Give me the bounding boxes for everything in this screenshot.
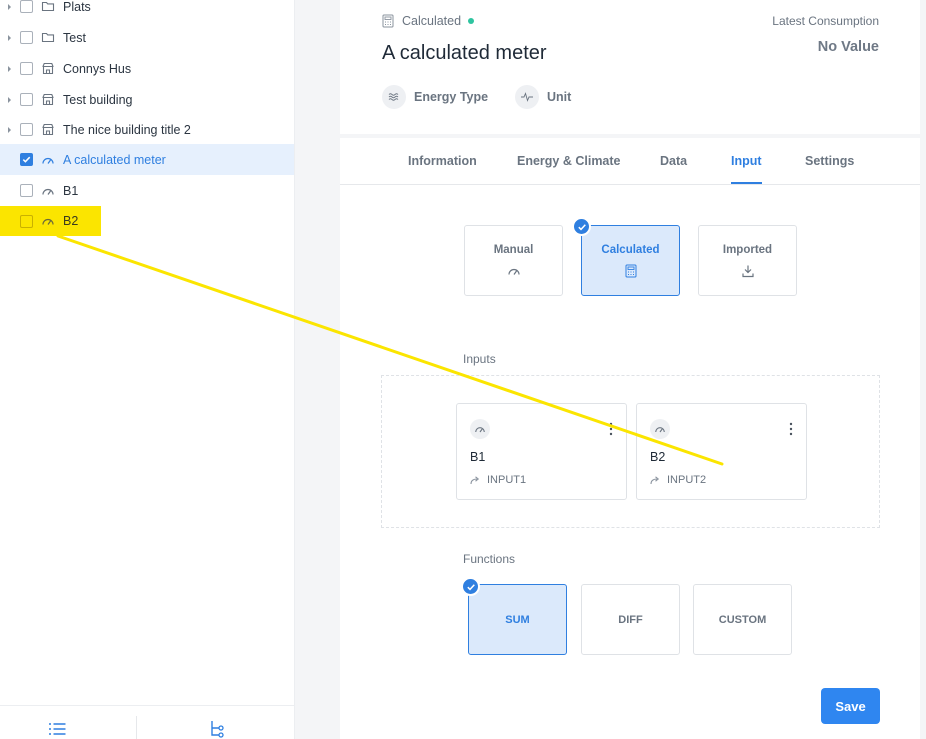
sidebar-item-label: The nice building title 2 [63, 122, 191, 137]
energy-type-label: Energy Type [414, 90, 489, 104]
unit-chip: Unit [515, 85, 571, 109]
tab-input[interactable]: Input [731, 154, 762, 184]
unit-label: Unit [547, 90, 572, 104]
meter-content: Information Energy & Climate Data Input … [340, 138, 920, 739]
more-vertical-icon[interactable] [789, 422, 793, 436]
tab-bar: Information Energy & Climate Data Input … [340, 138, 920, 185]
row-checkbox[interactable] [20, 31, 33, 44]
building-icon [42, 93, 54, 106]
tree-view-icon[interactable] [206, 719, 226, 739]
function-label: DIFF [618, 614, 643, 626]
folder-icon [41, 32, 55, 43]
list-view-icon[interactable] [48, 721, 68, 737]
mode-imported-card[interactable]: Imported [698, 225, 797, 296]
meter-type: Calculated [382, 13, 475, 29]
meter-gauge-icon [42, 188, 54, 195]
input-reference: INPUT2 [650, 474, 706, 486]
meter-gauge-icon [470, 419, 490, 439]
sidebar-footer [0, 705, 294, 739]
row-checkbox[interactable] [20, 215, 33, 228]
page-title: A calculated meter [382, 42, 547, 64]
sidebar-item-label: B1 [63, 183, 79, 198]
mode-manual-card[interactable]: Manual [464, 225, 563, 296]
sidebar-item-label: Test building [63, 92, 133, 107]
sidebar-tree: Plats Test Connys Hus Test building The … [0, 0, 295, 739]
input-name: B1 [470, 450, 486, 464]
meter-gauge-icon [650, 419, 670, 439]
row-checkbox[interactable] [20, 62, 33, 75]
function-label: CUSTOM [718, 614, 767, 626]
meter-gauge-icon [42, 218, 54, 225]
footer-divider [136, 716, 137, 739]
expand-caret-icon[interactable] [6, 0, 12, 22]
tab-information[interactable]: Information [408, 154, 477, 168]
input-card-b1[interactable]: B1 INPUT1 [456, 403, 627, 500]
inputs-dropzone[interactable]: B1 INPUT1 B2 INPUT2 [381, 375, 880, 528]
save-button[interactable]: Save [821, 688, 880, 724]
mode-calculated-card[interactable]: Calculated [581, 225, 680, 296]
meter-gauge-icon [42, 157, 54, 164]
sidebar-item-test[interactable]: Test [0, 22, 294, 53]
sidebar-item-label: B2 [63, 214, 79, 228]
expand-caret-icon[interactable] [6, 84, 12, 115]
energy-type-chip: Energy Type [382, 85, 488, 109]
sidebar-item-test-building[interactable]: Test building [0, 84, 294, 115]
input-ref-label: INPUT1 [487, 474, 527, 486]
input-card-b2[interactable]: B2 INPUT2 [636, 403, 807, 500]
inputs-section-label: Inputs [463, 352, 496, 366]
calculator-icon [382, 14, 394, 28]
tab-energy-climate[interactable]: Energy & Climate [517, 154, 621, 168]
calculator-icon [625, 264, 637, 278]
row-checkbox[interactable] [20, 123, 33, 136]
checkmark-icon [22, 156, 31, 163]
pulse-icon [515, 85, 539, 109]
sidebar-item-label: Connys Hus [63, 61, 132, 76]
expand-caret-icon[interactable] [6, 53, 12, 84]
sidebar-item-plats[interactable]: Plats [0, 0, 294, 22]
row-checkbox[interactable] [20, 93, 33, 106]
sidebar-item-label: A calculated meter [63, 152, 166, 167]
meter-gauge-icon [508, 268, 520, 275]
function-sum-card[interactable]: SUM [468, 584, 567, 655]
sidebar-item-a-calculated-meter[interactable]: A calculated meter [0, 144, 294, 175]
sidebar-item-b1[interactable]: B1 [0, 175, 294, 206]
latest-consumption-label: Latest Consumption [772, 14, 879, 28]
input-name: B2 [650, 450, 666, 464]
folder-icon [41, 1, 55, 12]
building-icon [42, 62, 54, 75]
building-icon [42, 123, 54, 136]
selected-check-icon [461, 577, 480, 596]
sidebar-item-b2[interactable]: B2 [0, 206, 101, 236]
more-vertical-icon[interactable] [609, 422, 613, 436]
row-checkbox[interactable] [20, 0, 33, 13]
mode-label: Manual [493, 244, 534, 256]
row-checkbox[interactable] [20, 184, 33, 197]
mode-label: Calculated [601, 244, 660, 256]
row-checkbox[interactable] [20, 153, 33, 166]
meter-type-label: Calculated [402, 14, 462, 28]
share-arrow-icon [650, 475, 660, 484]
function-diff-card[interactable]: DIFF [581, 584, 680, 655]
expand-caret-icon[interactable] [6, 22, 12, 53]
expand-caret-icon[interactable] [6, 114, 12, 145]
energy-waves-icon [382, 85, 406, 109]
selected-check-icon [572, 217, 591, 236]
input-ref-label: INPUT2 [667, 474, 707, 486]
sidebar-item-label: Test [63, 30, 86, 45]
sidebar-item-the-nice-building-title-2[interactable]: The nice building title 2 [0, 114, 294, 145]
mode-label: Imported [722, 244, 773, 256]
latest-consumption-value: No Value [817, 39, 879, 55]
sidebar-item-connys-hus[interactable]: Connys Hus [0, 53, 294, 84]
function-label: SUM [505, 614, 530, 626]
functions-section-label: Functions [463, 552, 516, 566]
tab-data[interactable]: Data [660, 154, 687, 168]
sidebar-item-label: Plats [63, 0, 91, 14]
function-custom-card[interactable]: CUSTOM [693, 584, 792, 655]
input-reference: INPUT1 [470, 474, 526, 486]
meter-header: Calculated A calculated meter Latest Con… [340, 0, 920, 134]
download-icon [742, 265, 754, 278]
share-arrow-icon [470, 475, 480, 484]
status-dot [468, 18, 475, 24]
tab-settings[interactable]: Settings [805, 154, 854, 168]
